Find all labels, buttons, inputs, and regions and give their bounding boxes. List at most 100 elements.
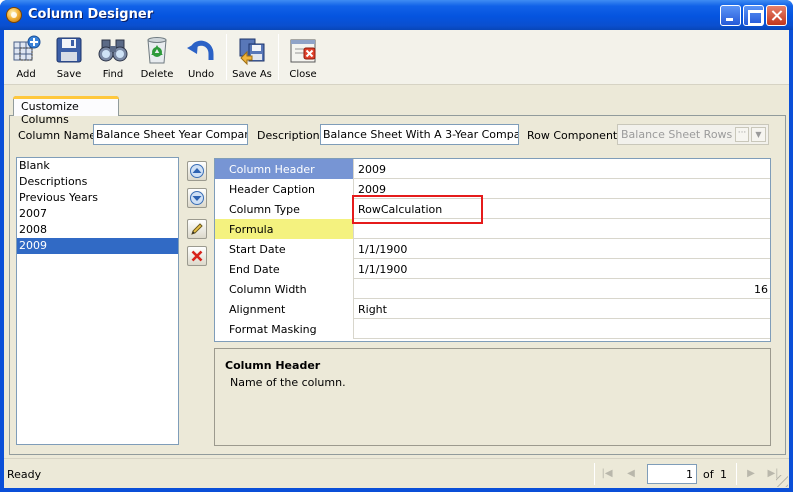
list-item[interactable]: Blank [17, 158, 178, 174]
property-row-start-date[interactable]: Start Date 1/1/1900 [215, 239, 770, 259]
property-row-column-width[interactable]: Column Width 16 [215, 279, 770, 299]
previous-page-icon[interactable]: ◀ [624, 467, 638, 481]
property-row-formula[interactable]: Formula [215, 219, 770, 239]
property-row-alignment[interactable]: Alignment Right [215, 299, 770, 319]
find-label: Find [102, 69, 124, 80]
property-name: Formula [215, 219, 354, 239]
minimize-button[interactable] [720, 5, 741, 26]
property-row-column-type[interactable]: Column Type RowCalculation [215, 199, 770, 219]
list-item-selected[interactable]: 2009 [17, 238, 178, 254]
of-label: of [703, 468, 714, 481]
chevron-down-icon[interactable]: ▼ [751, 127, 766, 142]
app-icon [6, 7, 22, 23]
close-button[interactable]: Close [284, 32, 322, 84]
status-separator [594, 463, 595, 485]
status-bar: Ready |◀ ◀ 1 of 1 ▶ ▶| [4, 458, 789, 488]
save-label: Save [56, 69, 82, 80]
column-name-label: Column Name [18, 129, 97, 142]
property-name: End Date [215, 259, 354, 279]
resize-grip[interactable] [776, 475, 788, 487]
save-as-icon [236, 34, 268, 66]
description-text: Name of the column. [230, 376, 346, 389]
column-name-field[interactable]: Balance Sheet Year Comparison [93, 124, 248, 145]
page-number-input[interactable]: 1 [647, 464, 697, 484]
close-label: Close [289, 69, 317, 80]
title-bar[interactable]: Column Designer [0, 0, 793, 30]
minimize-icon [721, 6, 740, 25]
status-text: Ready [7, 468, 42, 481]
property-row-format-masking[interactable]: Format Masking [215, 319, 770, 339]
find-button[interactable]: Find [94, 32, 132, 84]
columns-listbox[interactable]: Blank Descriptions Previous Years 2007 2… [16, 157, 179, 445]
add-label: Add [16, 69, 36, 80]
ellipsis-button[interactable]: ··· [735, 127, 749, 142]
row-component-combo[interactable]: Balance Sheet Rows ··· ▼ [617, 124, 769, 145]
undo-arrow-icon [185, 34, 217, 66]
property-name: Column Header [215, 159, 354, 179]
delete-label: Delete [140, 69, 174, 80]
property-value[interactable]: 1/1/1900 [357, 239, 770, 259]
toolbar: Add Save Find Delete Undo Save As Close [4, 30, 789, 85]
arrow-up-icon [190, 164, 204, 178]
pencil-icon [191, 223, 203, 235]
add-grid-icon [10, 34, 42, 66]
total-pages: 1 [720, 468, 727, 481]
column-designer-window: Column Designer Add Save Find Delete Und… [0, 0, 793, 492]
add-button[interactable]: Add [7, 32, 45, 84]
description-title: Column Header [225, 359, 321, 372]
property-value[interactable]: Right [357, 299, 770, 319]
description-label: Description [257, 129, 320, 142]
remove-button[interactable] [187, 246, 207, 266]
move-up-button[interactable] [187, 161, 207, 181]
undo-button[interactable]: Undo [182, 32, 220, 84]
maximize-icon [744, 6, 763, 25]
delete-button[interactable]: Delete [138, 32, 176, 84]
description-field[interactable]: Balance Sheet With A 3-Year Comparison [320, 124, 519, 145]
property-grid[interactable]: Column Header 2009 Header Caption 2009 C… [214, 158, 771, 342]
property-description-panel: Column Header Name of the column. [214, 348, 771, 446]
property-name: Format Masking [215, 319, 354, 339]
arrow-down-icon [190, 191, 204, 205]
row-component-value: Balance Sheet Rows [621, 128, 733, 141]
property-name: Column Width [215, 279, 354, 299]
toolbar-separator [278, 34, 279, 80]
save-as-label: Save As [232, 69, 272, 80]
property-value[interactable]: 2009 [357, 159, 770, 179]
close-window-icon [287, 34, 319, 66]
delete-x-icon [191, 250, 203, 262]
undo-label: Undo [187, 69, 215, 80]
property-value[interactable] [357, 319, 770, 339]
toolbar-separator [226, 34, 227, 80]
maximize-button[interactable] [743, 5, 764, 26]
tab-customize-columns[interactable]: Customize Columns [13, 96, 119, 126]
property-value[interactable]: 1/1/1900 [357, 259, 770, 279]
list-item[interactable]: Descriptions [17, 174, 178, 190]
row-component-label: Row Component [527, 129, 618, 142]
list-item[interactable]: Previous Years [17, 190, 178, 206]
annotation-highlight-box [352, 195, 483, 224]
list-item[interactable]: 2008 [17, 222, 178, 238]
property-name: Alignment [215, 299, 354, 319]
property-name: Header Caption [215, 179, 354, 199]
close-window-button[interactable] [766, 5, 787, 26]
first-page-icon[interactable]: |◀ [600, 467, 614, 481]
status-separator [736, 463, 737, 485]
property-name: Start Date [215, 239, 354, 259]
move-down-button[interactable] [187, 188, 207, 208]
save-button[interactable]: Save [50, 32, 88, 84]
binoculars-icon [97, 34, 129, 66]
property-value[interactable]: 16 [357, 279, 770, 299]
edit-button[interactable] [187, 219, 207, 239]
save-as-button[interactable]: Save As [231, 32, 273, 84]
property-row-end-date[interactable]: End Date 1/1/1900 [215, 259, 770, 279]
recycle-bin-icon [141, 34, 173, 66]
property-name: Column Type [215, 199, 354, 219]
window-title: Column Designer [28, 7, 154, 22]
next-page-icon[interactable]: ▶ [744, 467, 758, 481]
client-area: Add Save Find Delete Undo Save As Close … [4, 30, 789, 488]
floppy-disk-icon [53, 34, 85, 66]
property-row-header-caption[interactable]: Header Caption 2009 [215, 179, 770, 199]
list-item[interactable]: 2007 [17, 206, 178, 222]
property-row-column-header[interactable]: Column Header 2009 [215, 159, 770, 179]
close-icon [767, 6, 786, 25]
